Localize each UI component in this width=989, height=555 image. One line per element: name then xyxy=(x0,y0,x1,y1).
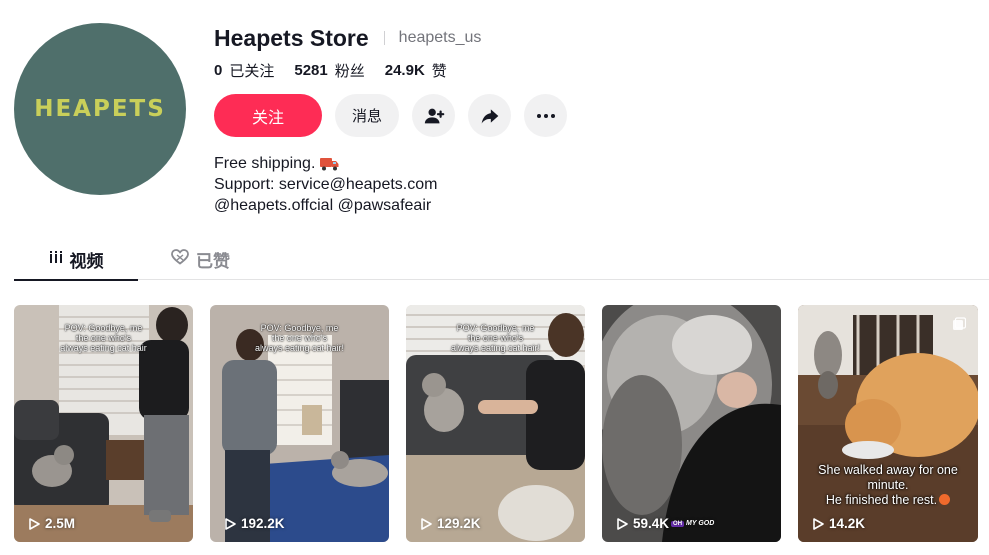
bio-line-support: Support: service@heapets.com xyxy=(214,176,438,193)
profile-stats: 0 已关注 5281 粉丝 24.9K 赞 xyxy=(214,60,467,80)
name-divider xyxy=(383,31,385,45)
more-button[interactable] xyxy=(524,94,567,137)
follow-button[interactable]: 关注 xyxy=(214,94,322,137)
more-dots-icon xyxy=(536,113,555,118)
avatar[interactable]: HEAPETS xyxy=(14,23,186,195)
tab-liked-label: 已赞 xyxy=(196,252,230,272)
angry-emoji-icon xyxy=(939,494,951,505)
share-button[interactable] xyxy=(468,94,511,137)
profile-tabs: 视频 已赞 xyxy=(14,240,989,281)
video-card[interactable]: POV: Goodbye, me the one who's always eati… xyxy=(210,305,389,542)
view-count: 129.2K xyxy=(420,516,481,531)
truck-emoji-icon xyxy=(320,157,339,170)
heart-outline-icon xyxy=(171,247,189,267)
display-name: Heapets Store xyxy=(214,24,369,51)
person-add-icon xyxy=(424,108,444,123)
tab-videos-label: 视频 xyxy=(69,252,104,272)
bio-line-accounts: @heapets.offcial @pawsafeair xyxy=(214,197,432,214)
tab-videos[interactable]: 视频 xyxy=(14,240,138,281)
stat-followers-label: 粉丝 xyxy=(334,62,365,80)
play-icon xyxy=(225,517,236,530)
avatar-logo-text: HEAPETS xyxy=(34,96,166,122)
view-count: 2.5M xyxy=(28,516,75,531)
play-icon xyxy=(421,517,432,530)
video-caption-text: She walked away for one minute. He finis… xyxy=(818,463,958,507)
pinned-icon xyxy=(953,317,966,330)
view-count: 192.2K xyxy=(224,516,285,531)
profile-name-row: Heapets Store heapets_us xyxy=(214,24,481,52)
stat-likes: 24.9K 赞 xyxy=(385,60,447,81)
video-card[interactable]: 59.4K OH MY GOD xyxy=(602,305,781,542)
sticker-badge: OH xyxy=(671,520,685,527)
bio-line-shipping: Free shipping. xyxy=(214,153,437,174)
play-icon xyxy=(617,517,628,530)
stat-likes-label: 赞 xyxy=(431,62,447,80)
message-button[interactable]: 消息 xyxy=(335,94,399,137)
profile-bio: Free shipping. Support: service@heapets.… xyxy=(214,153,437,216)
video-card[interactable]: POV: Goodbye, me the one who's always eati… xyxy=(406,305,585,542)
profile-actions: 关注 消息 xyxy=(214,94,567,137)
video-overlay-text: POV: Goodbye, me the one who's always eati… xyxy=(60,323,147,353)
video-overlay-text: POV: Goodbye, me the one who's always eati… xyxy=(254,323,345,353)
bio-shipping-text: Free shipping. xyxy=(214,155,316,172)
video-grid: POV: Goodbye, me the one who's always eati… xyxy=(14,305,978,542)
grid-bars-icon xyxy=(49,247,63,267)
stat-following-label: 已关注 xyxy=(229,62,275,80)
sticker-text: MY GOD xyxy=(686,520,715,527)
video-card[interactable]: POV: Goodbye, me the one who's always eati… xyxy=(14,305,193,542)
stat-likes-count: 24.9K xyxy=(384,61,425,79)
play-icon xyxy=(813,517,824,530)
stat-following[interactable]: 0 已关注 xyxy=(214,60,274,81)
view-count: 59.4K OH MY GOD xyxy=(616,516,714,531)
username: heapets_us xyxy=(398,29,482,46)
view-count: 14.2K xyxy=(812,516,865,531)
video-thumbnail xyxy=(602,305,781,542)
share-arrow-icon xyxy=(481,108,498,123)
tab-liked[interactable]: 已赞 xyxy=(171,240,251,280)
play-icon xyxy=(29,517,40,530)
video-card[interactable]: She walked away for one minute. He finis… xyxy=(798,305,978,542)
video-overlay-text: POV: Goodbye, me the one who's always eati… xyxy=(450,323,541,353)
add-friend-button[interactable] xyxy=(412,94,455,137)
stat-followers-count: 5281 xyxy=(294,61,328,79)
stat-followers[interactable]: 5281 粉丝 xyxy=(294,60,364,81)
stat-following-count: 0 xyxy=(214,61,223,79)
